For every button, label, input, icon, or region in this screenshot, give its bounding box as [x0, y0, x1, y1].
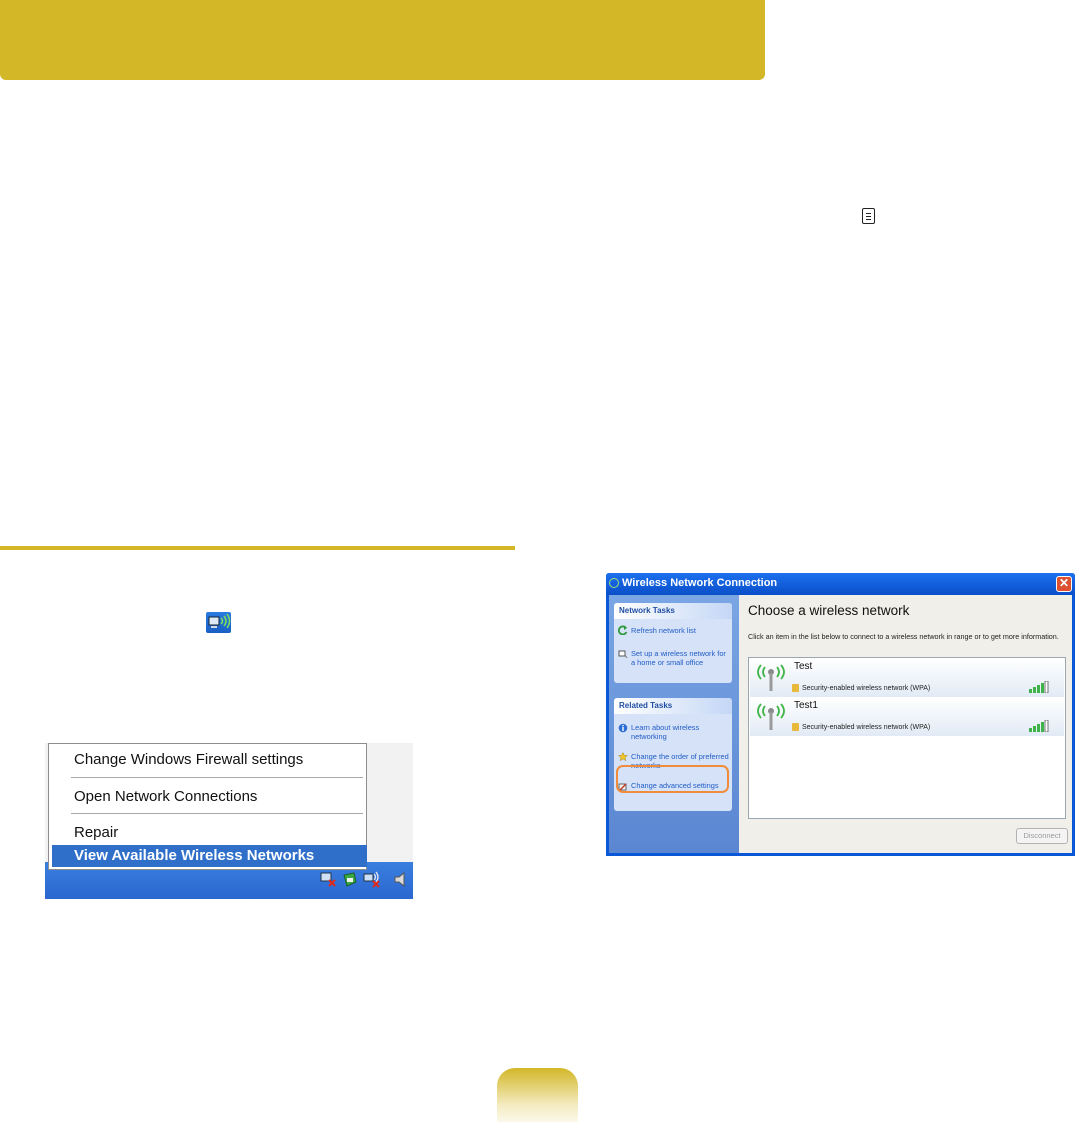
related-tasks-heading: Related Tasks: [614, 698, 732, 714]
task-sidebar: Network Tasks Refresh network list Set u…: [609, 595, 739, 853]
signal-strength-icon: [1029, 720, 1049, 732]
network-disconnected-icon[interactable]: [320, 871, 337, 888]
network-name: Test1: [794, 700, 818, 711]
memo-icon: [862, 208, 875, 224]
header-banner: [0, 0, 765, 80]
context-menu-screenshot: Change Windows Firewall settings Open Ne…: [45, 743, 413, 899]
wireless-icon: [609, 578, 619, 588]
refresh-icon: [618, 625, 628, 635]
choose-network-heading: Choose a wireless network: [748, 603, 910, 618]
page-number-tab: [497, 1068, 578, 1122]
task-learn-about-wireless[interactable]: Learn about wireless networking: [631, 723, 729, 741]
signal-strength-icon: [1029, 681, 1049, 693]
window-title: Wireless Network Connection: [622, 577, 778, 589]
menu-item-repair[interactable]: Repair: [52, 822, 363, 844]
volume-icon[interactable]: [393, 871, 410, 888]
setup-network-icon: [618, 650, 628, 659]
lock-icon: [792, 723, 799, 731]
related-tasks-panel: Related Tasks Learn about wireless netwo…: [614, 698, 732, 811]
lock-icon: [792, 684, 799, 692]
wireless-disconnected-icon[interactable]: [363, 871, 383, 888]
task-set-up-wireless-network[interactable]: Set up a wireless network for a home or …: [631, 649, 729, 667]
network-row[interactable]: Test Security-enabled wireless network (…: [750, 659, 1064, 697]
window-body: Network Tasks Refresh network list Set u…: [609, 595, 1072, 853]
network-row[interactable]: Test1 Security-enabled wireless network …: [750, 698, 1064, 736]
wireless-antenna-icon: [757, 703, 785, 730]
menu-separator: [71, 777, 363, 778]
info-icon: [618, 723, 628, 733]
star-icon: [618, 752, 628, 762]
wireless-network-icon: [206, 612, 231, 633]
menu-item-open-network-connections[interactable]: Open Network Connections: [52, 786, 363, 808]
network-security: Security-enabled wireless network (WPA): [802, 685, 931, 692]
menu-item-change-firewall-settings[interactable]: Change Windows Firewall settings: [52, 749, 363, 771]
menu-item-view-wireless-networks[interactable]: View Available Wireless Networks: [52, 845, 367, 867]
tray-context-menu: Change Windows Firewall settings Open Ne…: [48, 743, 367, 870]
menu-separator: [71, 813, 363, 814]
security-shield-icon[interactable]: [341, 871, 358, 888]
disconnect-button[interactable]: Disconnect: [1016, 828, 1068, 844]
network-tasks-heading: Network Tasks: [614, 603, 732, 619]
wireless-antenna-icon: [757, 664, 785, 691]
network-tasks-panel: Network Tasks Refresh network list Set u…: [614, 603, 732, 683]
network-name: Test: [794, 661, 813, 672]
instructions-text: Click an item in the list below to conne…: [748, 632, 1059, 641]
window-titlebar[interactable]: Wireless Network Connection ✕: [606, 573, 1075, 595]
section-divider: [0, 546, 515, 550]
network-list[interactable]: Test Security-enabled wireless network (…: [748, 657, 1066, 819]
wireless-network-connection-window: Wireless Network Connection ✕ Network Ta…: [606, 573, 1075, 856]
close-button[interactable]: ✕: [1056, 576, 1072, 592]
network-security: Security-enabled wireless network (WPA): [802, 724, 931, 731]
task-refresh-network-list[interactable]: Refresh network list: [631, 626, 729, 635]
highlight-ring: [616, 765, 729, 793]
